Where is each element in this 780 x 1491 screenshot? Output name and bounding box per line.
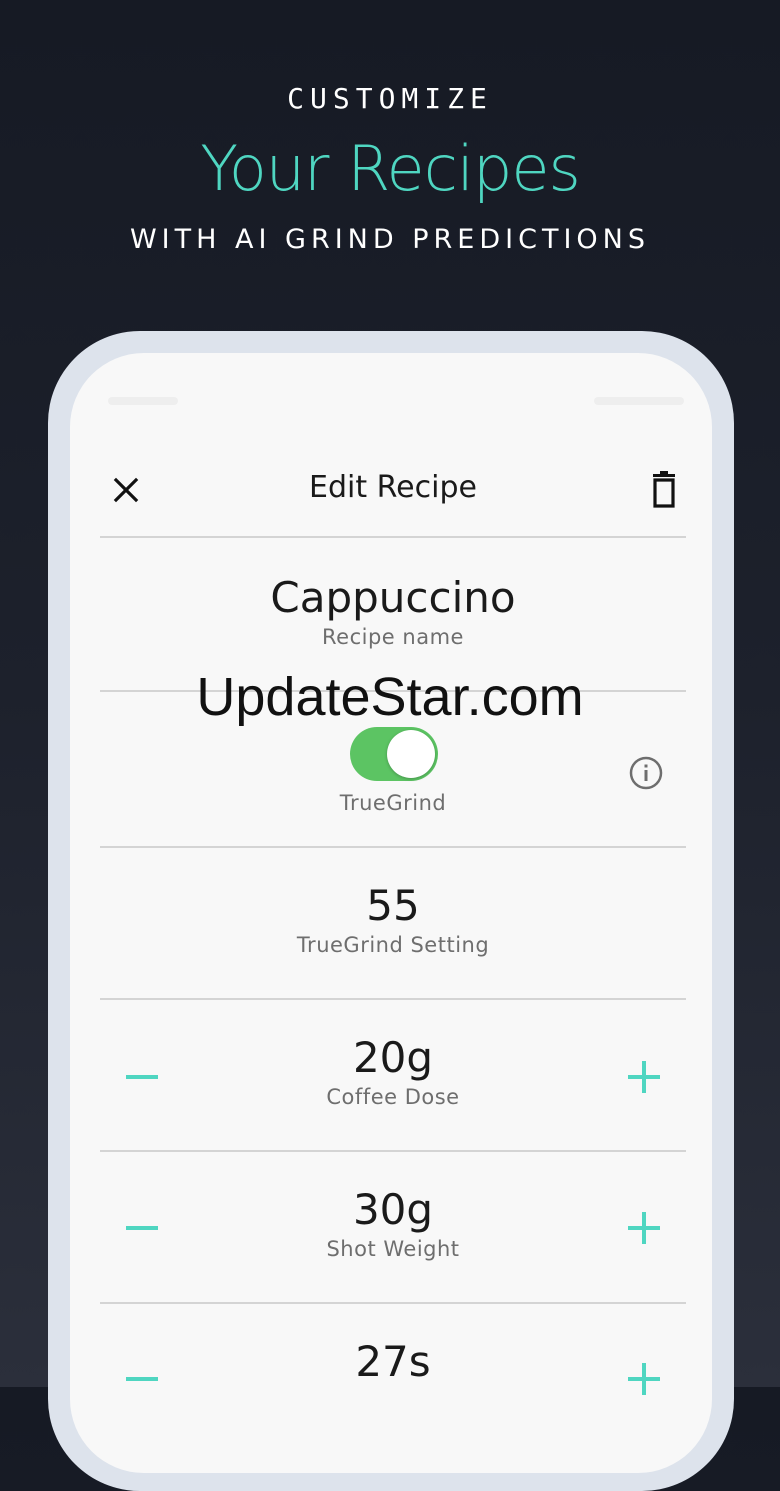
shot-time-row: 27s [100,1337,686,1386]
divider [100,1302,686,1304]
edit-recipe-header: Edit Recipe [100,448,686,538]
truegrind-label: TrueGrind [339,791,447,815]
divider [100,846,686,848]
info-icon [629,756,663,790]
phone-screen: Edit Recipe Cappuccino Recipe name TrueG… [70,353,712,1473]
shot-weight-value: 30g [352,1185,434,1234]
shot-time-increase-button[interactable] [622,1357,666,1401]
coffee-dose-increase-button[interactable] [622,1055,666,1099]
truegrind-setting-label: TrueGrind Setting [296,933,490,958]
divider [100,536,686,538]
truegrind-setting-value: 55 [366,881,420,930]
watermark: UpdateStar.com [196,667,584,727]
status-bar [70,395,712,411]
plus-icon [628,1212,660,1244]
coffee-dose-row: 20g Coffee Dose [100,1033,686,1110]
recipe-name-value: Cappuccino [270,573,516,622]
divider [100,1150,686,1152]
shot-weight-label: Shot Weight [326,1237,460,1262]
truegrind-setting-row: 55 TrueGrind Setting [100,881,686,958]
info-button[interactable] [628,755,664,791]
coffee-dose-value: 20g [352,1033,434,1082]
plus-icon [628,1061,660,1093]
toggle-knob [387,730,435,778]
coffee-dose-label: Coffee Dose [326,1085,460,1110]
truegrind-toggle[interactable] [350,727,438,781]
truegrind-row: TrueGrind [100,791,686,815]
status-indicators [594,397,684,405]
shot-time-value: 27s [355,1337,431,1386]
status-time [108,397,178,405]
recipe-name-field[interactable]: Cappuccino Recipe name [100,573,686,650]
trash-icon [653,471,675,508]
recipe-name-label: Recipe name [322,625,464,650]
promo-heading: CUSTOMIZE [287,82,493,115]
promo-title: Your Recipes [200,132,581,205]
divider [100,998,686,1000]
delete-button[interactable] [644,468,684,512]
plus-icon [628,1363,660,1395]
promo-subtitle: WITH AI GRIND PREDICTIONS [129,224,651,255]
shot-weight-row: 30g Shot Weight [100,1185,686,1262]
shot-weight-increase-button[interactable] [622,1206,666,1250]
page-title: Edit Recipe [309,470,477,505]
